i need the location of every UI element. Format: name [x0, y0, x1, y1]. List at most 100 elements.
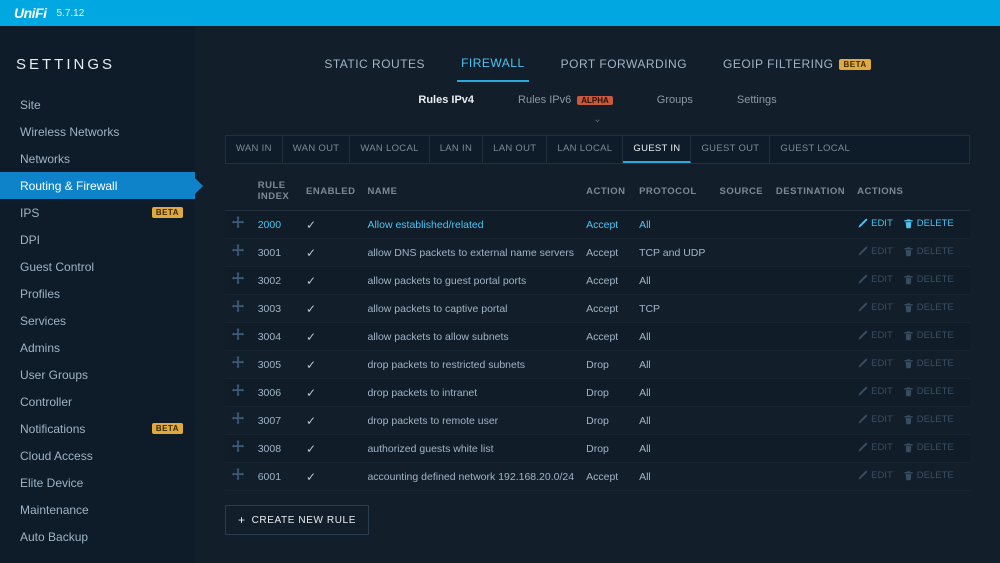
- table-row[interactable]: 2000✓Allow established/relatedAcceptAllE…: [225, 211, 970, 239]
- sidebar: SETTINGS SiteWireless NetworksNetworksRo…: [0, 26, 195, 563]
- edit-button[interactable]: EDIT: [857, 386, 893, 397]
- delete-button[interactable]: DELETE: [903, 442, 954, 453]
- col-enabled[interactable]: ENABLED: [300, 172, 361, 211]
- sidebar-item[interactable]: User Groups: [0, 361, 195, 388]
- check-icon: ✓: [306, 330, 316, 344]
- edit-button[interactable]: EDIT: [857, 330, 893, 341]
- sidebar-item[interactable]: Wireless Networks: [0, 118, 195, 145]
- col-action[interactable]: ACTION: [580, 172, 633, 211]
- cell-index: 3001: [252, 239, 300, 267]
- edit-label: EDIT: [871, 246, 893, 257]
- delete-button[interactable]: DELETE: [903, 470, 954, 481]
- top-nav-tab[interactable]: FIREWALL: [457, 46, 529, 82]
- scope-tab[interactable]: WAN LOCAL: [350, 136, 429, 163]
- drag-icon[interactable]: [231, 246, 245, 261]
- table-row[interactable]: 3008✓authorized guests white listDropAll…: [225, 435, 970, 463]
- sidebar-item[interactable]: Admins: [0, 334, 195, 361]
- table-row[interactable]: 3001✓allow DNS packets to external name …: [225, 239, 970, 267]
- sidebar-item[interactable]: DPI: [0, 226, 195, 253]
- sidebar-item[interactable]: Elite Device: [0, 469, 195, 496]
- scope-tab[interactable]: LAN LOCAL: [547, 136, 623, 163]
- delete-button[interactable]: DELETE: [903, 330, 954, 341]
- drag-icon[interactable]: [231, 302, 245, 317]
- drag-icon[interactable]: [231, 358, 245, 373]
- table-row[interactable]: 3004✓allow packets to allow subnetsAccep…: [225, 323, 970, 351]
- top-nav-tab[interactable]: STATIC ROUTES: [320, 46, 429, 82]
- table-row[interactable]: 6001✓accounting defined network 192.168.…: [225, 463, 970, 491]
- top-nav-tab[interactable]: PORT FORWARDING: [557, 46, 691, 82]
- sub-nav-item[interactable]: Rules IPv6ALPHA: [516, 90, 615, 110]
- scope-tab[interactable]: LAN IN: [430, 136, 483, 163]
- delete-button[interactable]: DELETE: [903, 218, 954, 229]
- delete-button[interactable]: DELETE: [903, 274, 954, 285]
- scope-tab[interactable]: LAN OUT: [483, 136, 547, 163]
- sub-nav-item[interactable]: Groups: [655, 90, 695, 110]
- scope-tab[interactable]: GUEST LOCAL: [770, 136, 860, 163]
- sub-nav-item[interactable]: Rules IPv4: [416, 90, 476, 110]
- table-row[interactable]: 3003✓allow packets to captive portalAcce…: [225, 295, 970, 323]
- sidebar-item[interactable]: Auto Backup: [0, 523, 195, 550]
- check-icon: ✓: [306, 442, 316, 456]
- edit-button[interactable]: EDIT: [857, 274, 893, 285]
- delete-button[interactable]: DELETE: [903, 414, 954, 425]
- sidebar-item[interactable]: Controller: [0, 388, 195, 415]
- sidebar-item[interactable]: Maintenance: [0, 496, 195, 523]
- sidebar-item[interactable]: Networks: [0, 145, 195, 172]
- drag-icon[interactable]: [231, 442, 245, 457]
- drag-icon[interactable]: [231, 218, 245, 233]
- delete-label: DELETE: [917, 302, 954, 313]
- sidebar-item-label: Site: [20, 98, 41, 112]
- delete-button[interactable]: DELETE: [903, 358, 954, 369]
- table-row[interactable]: 3005✓drop packets to restricted subnetsD…: [225, 351, 970, 379]
- table-row[interactable]: 3002✓allow packets to guest portal ports…: [225, 267, 970, 295]
- sidebar-item-label: DPI: [20, 233, 40, 247]
- edit-button[interactable]: EDIT: [857, 358, 893, 369]
- table-row[interactable]: 3007✓drop packets to remote userDropAllE…: [225, 407, 970, 435]
- sidebar-item[interactable]: Services: [0, 307, 195, 334]
- edit-button[interactable]: EDIT: [857, 246, 893, 257]
- cell-name: accounting defined network 192.168.20.0/…: [361, 463, 580, 491]
- sidebar-item[interactable]: NotificationsBETA: [0, 415, 195, 442]
- edit-button[interactable]: EDIT: [857, 302, 893, 313]
- edit-label: EDIT: [871, 274, 893, 285]
- scope-tab[interactable]: WAN OUT: [283, 136, 351, 163]
- col-protocol[interactable]: PROTOCOL: [633, 172, 713, 211]
- col-destination[interactable]: DESTINATION: [770, 172, 851, 211]
- scope-tab[interactable]: GUEST IN: [623, 136, 691, 163]
- delete-button[interactable]: DELETE: [903, 246, 954, 257]
- check-icon: ✓: [306, 246, 316, 260]
- drag-icon[interactable]: [231, 386, 245, 401]
- sidebar-item[interactable]: Guest Control: [0, 253, 195, 280]
- scope-tab[interactable]: WAN IN: [226, 136, 283, 163]
- sub-nav-item-label: Groups: [657, 94, 693, 106]
- cell-source: [714, 323, 770, 351]
- drag-icon[interactable]: [231, 470, 245, 485]
- cell-name: allow packets to guest portal ports: [361, 267, 580, 295]
- edit-button[interactable]: EDIT: [857, 414, 893, 425]
- drag-icon[interactable]: [231, 330, 245, 345]
- top-nav-tab[interactable]: GEOIP FILTERINGBETA: [719, 46, 875, 82]
- delete-button[interactable]: DELETE: [903, 386, 954, 397]
- col-source[interactable]: SOURCE: [714, 172, 770, 211]
- sidebar-item[interactable]: IPSBETA: [0, 199, 195, 226]
- chevron-down-icon[interactable]: ⌄: [225, 114, 970, 125]
- col-name[interactable]: NAME: [361, 172, 580, 211]
- col-index[interactable]: RULE INDEX: [252, 172, 300, 211]
- edit-button[interactable]: EDIT: [857, 470, 893, 481]
- sidebar-item[interactable]: Cloud Access: [0, 442, 195, 469]
- delete-label: DELETE: [917, 414, 954, 425]
- edit-label: EDIT: [871, 330, 893, 341]
- sidebar-item[interactable]: Profiles: [0, 280, 195, 307]
- table-row[interactable]: 3006✓drop packets to intranetDropAllEDIT…: [225, 379, 970, 407]
- sidebar-item[interactable]: Routing & Firewall: [0, 172, 195, 199]
- scope-tab[interactable]: GUEST OUT: [691, 136, 770, 163]
- edit-button[interactable]: EDIT: [857, 442, 893, 453]
- drag-icon[interactable]: [231, 274, 245, 289]
- sub-nav-item[interactable]: Settings: [735, 90, 779, 110]
- edit-button[interactable]: EDIT: [857, 218, 893, 229]
- drag-icon[interactable]: [231, 414, 245, 429]
- delete-button[interactable]: DELETE: [903, 302, 954, 313]
- sub-nav-item-label: Rules IPv4: [418, 94, 474, 106]
- sidebar-item[interactable]: Site: [0, 91, 195, 118]
- create-rule-button[interactable]: + CREATE NEW RULE: [225, 505, 369, 535]
